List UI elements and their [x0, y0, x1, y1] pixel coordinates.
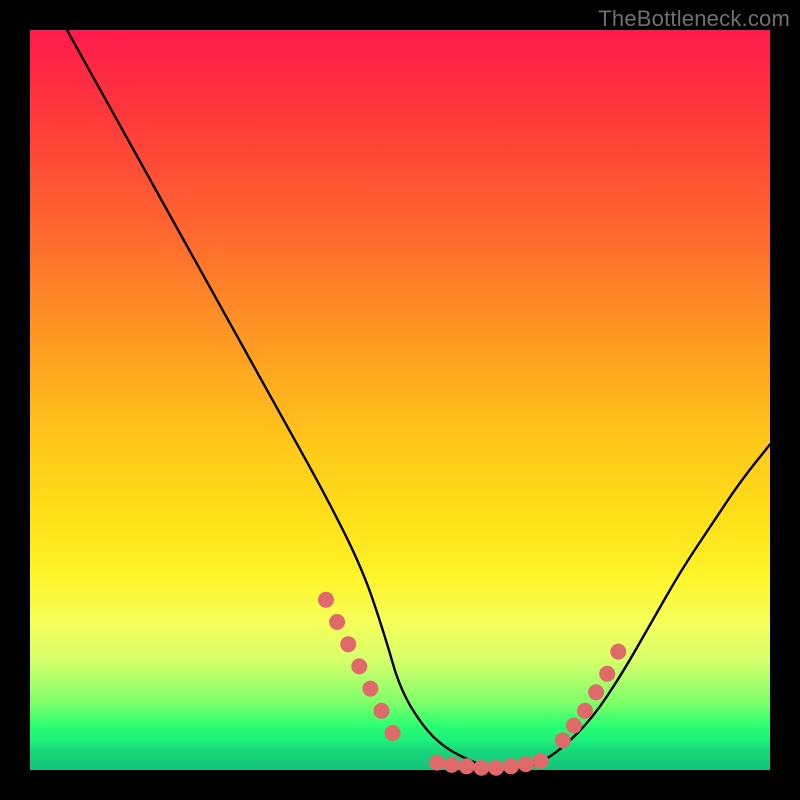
- highlight-dots-bottom: [429, 753, 549, 776]
- watermark-label: TheBottleneck.com: [598, 6, 790, 32]
- bottleneck-curve: [67, 30, 770, 770]
- plot-area: [30, 30, 770, 770]
- highlight-dots-right: [555, 644, 627, 749]
- chart-stage: TheBottleneck.com: [0, 0, 800, 800]
- highlight-dots-left: [318, 592, 401, 741]
- curve-layer: [30, 30, 770, 770]
